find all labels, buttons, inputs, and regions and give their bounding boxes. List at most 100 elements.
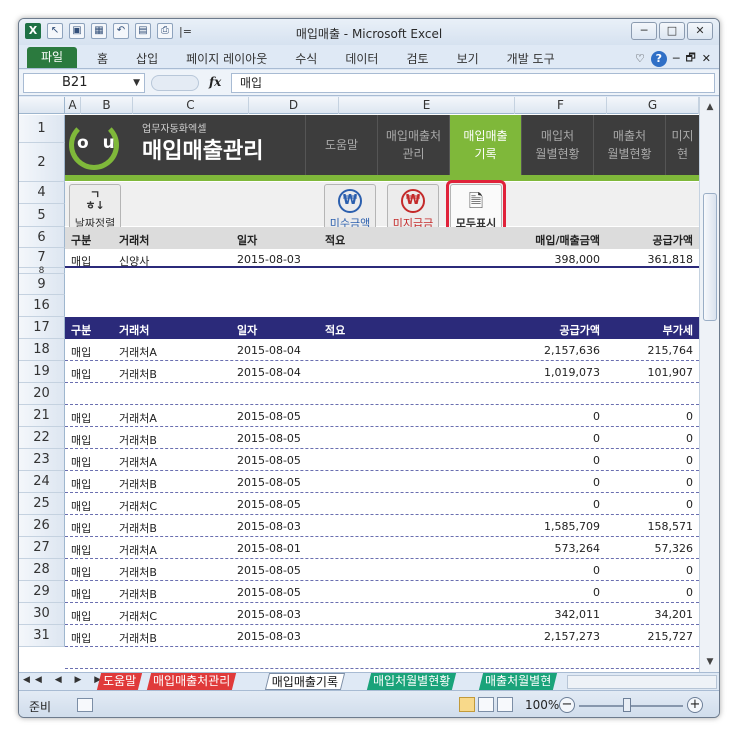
table-row[interactable]: 매입 거래처B 2015-08-03 2,157,273 215,727: [65, 625, 699, 647]
vertical-scrollbar[interactable]: ▲ ▼: [699, 97, 719, 672]
row-header[interactable]: 27: [19, 537, 65, 559]
row-header[interactable]: 21: [19, 405, 65, 427]
chevron-down-icon[interactable]: ▼: [133, 74, 140, 92]
row-header[interactable]: 20: [19, 383, 65, 405]
nav-purchase-monthly-button[interactable]: 매입처 월별현황: [521, 115, 593, 175]
column-header-a[interactable]: A: [65, 97, 81, 114]
row-header[interactable]: 19: [19, 361, 65, 383]
zoom-out-button[interactable]: −: [559, 697, 575, 713]
row-header[interactable]: 2: [19, 143, 65, 182]
ribbon-collapse-icon[interactable]: ♡: [635, 52, 645, 65]
excel-window: X ↖ ▣ ▦ ↶ ▤ ⎙ |= 매입매출 - Microsoft Excel …: [18, 18, 720, 718]
table-row-cell: 101,907: [647, 366, 694, 379]
zoom-in-button[interactable]: +: [687, 697, 703, 713]
ribbon-tab-1[interactable]: 삽입: [136, 50, 158, 67]
table-row[interactable]: 매입 거래처B 2015-08-05 0 0: [65, 581, 699, 603]
zoom-level[interactable]: 100%: [525, 698, 559, 712]
summary-row[interactable]: 매입 신양사 2015-08-03 398,000 361,818: [65, 248, 699, 268]
row-header[interactable]: 25: [19, 493, 65, 515]
table-row[interactable]: 매입 거래처C 2015-08-03 342,011 34,201: [65, 603, 699, 625]
doc-close-icon[interactable]: ✕: [702, 52, 711, 65]
ribbon-tab-3[interactable]: 수식: [295, 50, 317, 67]
row-header[interactable]: 30: [19, 603, 65, 625]
row-header[interactable]: 28: [19, 559, 65, 581]
macro-record-icon[interactable]: [77, 698, 93, 712]
doc-minimize-icon[interactable]: ─: [673, 52, 680, 65]
column-header-g[interactable]: G: [607, 97, 699, 114]
maximize-button[interactable]: □: [659, 22, 685, 40]
table-row[interactable]: 매입 거래처A 2015-08-04 2,157,636 215,764: [65, 339, 699, 361]
formula-input[interactable]: 매입: [231, 73, 715, 93]
row-header[interactable]: 1: [19, 115, 65, 143]
ribbon-tab-7[interactable]: 개발 도구: [507, 50, 555, 67]
table-row[interactable]: [65, 647, 699, 669]
scroll-up-icon[interactable]: ▲: [702, 99, 718, 115]
summary-header-row[interactable]: 구분 거래처 일자 적요 매입/매출금액 공급가액: [65, 227, 699, 249]
page-layout-view-icon[interactable]: [478, 697, 494, 712]
sheet-tab-1[interactable]: 매입매출처관리: [146, 673, 237, 690]
row-header[interactable]: 7: [19, 248, 65, 268]
function-icon[interactable]: fx: [209, 75, 221, 89]
column-header-d[interactable]: D: [249, 97, 339, 114]
row-header[interactable]: 22: [19, 427, 65, 449]
table-row[interactable]: 매입 거래처B 2015-08-04 1,019,073 101,907: [65, 361, 699, 383]
normal-view-icon[interactable]: [459, 697, 475, 712]
nav-records-button[interactable]: 매입매출 기록: [449, 115, 521, 175]
table-row[interactable]: [65, 383, 699, 405]
row-header[interactable]: 18: [19, 339, 65, 361]
table-row[interactable]: 매입 거래처B 2015-08-05 0 0: [65, 471, 699, 493]
file-tab[interactable]: 파일: [27, 47, 77, 68]
zoom-slider[interactable]: [579, 705, 683, 707]
nav-help-button[interactable]: 도움말: [305, 115, 377, 175]
page-break-view-icon[interactable]: [497, 697, 513, 712]
scroll-down-icon[interactable]: ▼: [702, 654, 718, 670]
row-header[interactable]: 17: [19, 317, 65, 339]
table-row-cell: 매입: [71, 456, 92, 469]
row-header[interactable]: 23: [19, 449, 65, 471]
row-header[interactable]: 24: [19, 471, 65, 493]
doc-restore-icon[interactable]: 🗗: [685, 49, 695, 68]
select-all-corner[interactable]: [19, 97, 65, 114]
scroll-thumb[interactable]: [703, 193, 717, 321]
worksheet-grid[interactable]: A B C D E F G o u 업무자동화엑셀 매입매출관리 도움말 매입매…: [19, 97, 699, 672]
row-header[interactable]: 31: [19, 625, 65, 647]
table-row[interactable]: 매입 거래처B 2015-08-03 1,585,709 158,571: [65, 515, 699, 537]
ribbon-tab-0[interactable]: 홈: [97, 50, 108, 67]
row-header[interactable]: 16: [19, 295, 65, 317]
close-button[interactable]: ✕: [687, 22, 713, 40]
status-bar: 준비 100% − +: [19, 690, 719, 717]
column-header-c[interactable]: C: [133, 97, 249, 114]
table-row[interactable]: 매입 거래처A 2015-08-01 573,264 57,326: [65, 537, 699, 559]
column-header-e[interactable]: E: [339, 97, 515, 114]
sheet-tab-2[interactable]: 매입매출기록: [264, 673, 346, 690]
table-row[interactable]: 매입 거래처A 2015-08-05 0 0: [65, 405, 699, 427]
row-header[interactable]: 6: [19, 227, 65, 248]
table-header-row[interactable]: 구분 거래처 일자 적요 공급가액 부가세: [65, 317, 699, 339]
ribbon-tab-6[interactable]: 보기: [457, 50, 479, 67]
name-box[interactable]: B21 ▼: [23, 73, 145, 93]
ribbon-tab-4[interactable]: 데이터: [345, 50, 378, 67]
table-row[interactable]: 매입 거래처A 2015-08-05 0 0: [65, 449, 699, 471]
minimize-button[interactable]: ─: [631, 22, 657, 40]
column-header-f[interactable]: F: [515, 97, 607, 114]
nav-partner-management-button[interactable]: 매입매출처 관리: [377, 115, 449, 175]
horizontal-scrollbar[interactable]: [567, 675, 717, 689]
table-row[interactable]: 매입 거래처C 2015-08-05 0 0: [65, 493, 699, 515]
column-header-b[interactable]: B: [81, 97, 133, 114]
sheet-tab-4[interactable]: 매출처월별현: [478, 673, 558, 690]
help-icon[interactable]: ?: [650, 50, 667, 67]
row-header[interactable]: 5: [19, 204, 65, 227]
row-header[interactable]: 4: [19, 182, 65, 204]
ribbon-tab-5[interactable]: 검토: [406, 50, 428, 67]
ribbon-tab-2[interactable]: 페이지 레이아웃: [186, 50, 267, 67]
row-header[interactable]: 9: [19, 274, 65, 295]
sheet-tab-0[interactable]: 도움말: [96, 673, 143, 690]
zoom-slider-handle[interactable]: [623, 698, 631, 712]
table-row[interactable]: 매입 거래처B 2015-08-05 0 0: [65, 559, 699, 581]
sheet-tab-3[interactable]: 매입처월별현황: [366, 673, 457, 690]
nav-sales-monthly-button[interactable]: 매출처 월별현황: [593, 115, 665, 175]
table-row[interactable]: 매입 거래처B 2015-08-05 0 0: [65, 427, 699, 449]
nav-unpaid-button[interactable]: 미지 현: [665, 115, 699, 175]
row-header[interactable]: 29: [19, 581, 65, 603]
row-header[interactable]: 26: [19, 515, 65, 537]
